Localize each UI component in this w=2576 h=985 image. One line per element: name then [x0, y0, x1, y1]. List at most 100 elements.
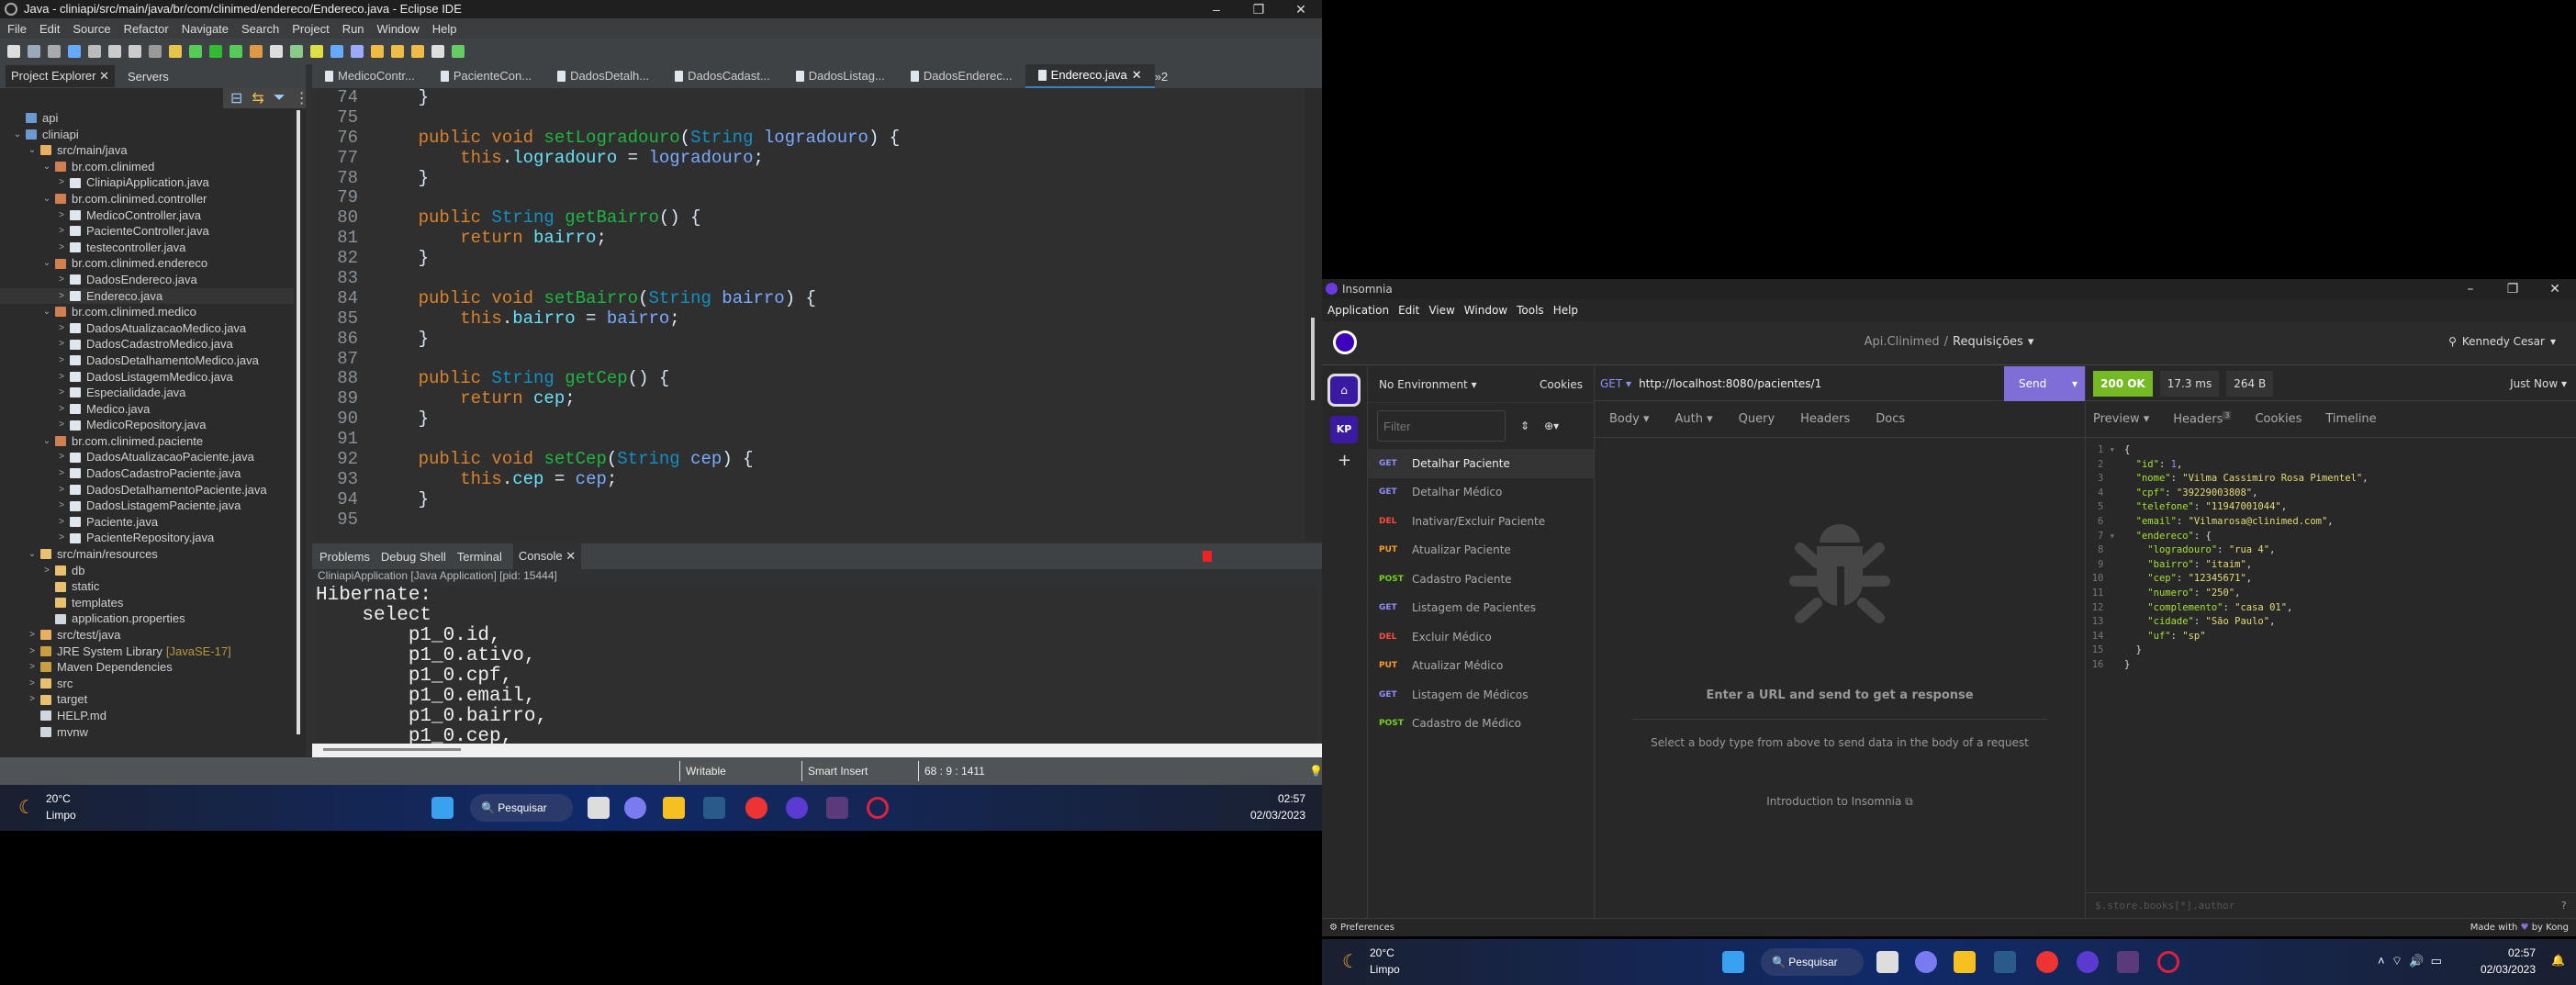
method-select[interactable]: GET ▾ [1595, 377, 1639, 390]
tree-item[interactable]: > MedicoRepository.java [0, 417, 294, 433]
filter-input[interactable] [1377, 410, 1506, 442]
eclipse-taskbar-icon[interactable] [826, 797, 848, 819]
expand-chevron-icon[interactable]: ⌄ [40, 159, 53, 175]
request-item[interactable]: DEL Inativar/Excluir Paciente [1368, 507, 1594, 536]
menu-application[interactable]: Application [1327, 304, 1389, 317]
expand-chevron-icon[interactable]: > [26, 691, 39, 708]
toolbar-tool-icon[interactable] [330, 45, 343, 58]
tab-console[interactable]: Console ✕ [512, 543, 582, 569]
request-item[interactable]: GET Detalhar Médico [1368, 478, 1594, 508]
expand-chevron-icon[interactable]: > [55, 417, 68, 433]
expand-chevron-icon[interactable]: > [40, 563, 53, 579]
tree-item[interactable]: > DadosCadastroMedico.java [0, 336, 294, 353]
task-view-icon[interactable] [1876, 951, 1898, 973]
tree-item[interactable]: > src/test/java [0, 627, 294, 644]
tree-item[interactable]: > DadosListagemPaciente.java [0, 498, 294, 514]
toolbar-tool-icon[interactable] [209, 45, 222, 58]
tab-cookies[interactable]: Cookies [2255, 412, 2302, 426]
tab-problems[interactable]: Problems [319, 550, 370, 564]
expand-chevron-icon[interactable]: ⌄ [26, 142, 39, 159]
close-button[interactable]: ✕ [2534, 279, 2576, 299]
tree-item[interactable]: > Endereco.java [0, 287, 294, 305]
filter-icon[interactable]: ⏷ [274, 90, 286, 106]
editor-tab[interactable]: MedicoContr... [312, 64, 428, 88]
toolbar-tool-icon[interactable] [310, 45, 323, 58]
maximize-button[interactable]: ❐ [1238, 0, 1280, 18]
tree-item[interactable]: > MedicoController.java [0, 207, 294, 224]
tree-item[interactable]: > Maven Dependencies [0, 659, 294, 676]
menu-help[interactable]: Help [1553, 304, 1578, 317]
tree-item[interactable]: > PacienteController.java [0, 223, 294, 240]
tab-headers[interactable]: Headers [1800, 412, 1850, 426]
expand-chevron-icon[interactable]: > [55, 320, 68, 337]
toolbar-tool-icon[interactable] [230, 45, 242, 58]
tab-preview[interactable]: Preview ▾ [2093, 412, 2149, 426]
close-tab-icon[interactable]: ✕ [1132, 63, 1142, 87]
expand-chevron-icon[interactable]: > [55, 369, 68, 386]
lightbulb-icon[interactable]: 💡 [1304, 761, 1323, 781]
toolbar-tool-icon[interactable] [351, 45, 364, 58]
tree-item[interactable]: > DadosAtualizacaoMedico.java [0, 320, 294, 337]
tree-item[interactable]: > CliniapiApplication.java [0, 174, 294, 191]
expand-chevron-icon[interactable]: ⌄ [26, 546, 39, 563]
toolbar-tool-icon[interactable] [411, 45, 424, 58]
insomnia-taskbar-icon[interactable] [2077, 951, 2099, 973]
expand-chevron-icon[interactable]: > [55, 482, 68, 498]
tree-item[interactable]: > DadosAtualizacaoPaciente.java [0, 449, 294, 465]
tree-item[interactable]: ⌄ src/main/java [0, 142, 294, 159]
expand-chevron-icon[interactable]: > [55, 272, 68, 288]
tree-item[interactable]: > db [0, 563, 294, 579]
expand-chevron-icon[interactable]: ⌄ [11, 127, 24, 143]
tree-item[interactable]: > testecontroller.java [0, 240, 294, 256]
editor-scrollbar[interactable] [1305, 88, 1322, 542]
tab-project-explorer[interactable]: Project Explorer ✕ [6, 65, 115, 87]
editor-tab[interactable]: DadosEnderec... [898, 64, 1025, 88]
org-badge[interactable]: KP [1330, 416, 1358, 443]
menu-tools[interactable]: Tools [1517, 304, 1544, 317]
expand-chevron-icon[interactable]: > [55, 223, 68, 240]
tree-item[interactable]: ⌄ br.com.clinimed [0, 159, 294, 175]
tree-item[interactable]: > src [0, 676, 294, 692]
more-icon[interactable]: ⋮ [295, 89, 309, 107]
expand-chevron-icon[interactable]: ⌄ [40, 304, 53, 320]
toolbar-tool-icon[interactable] [88, 45, 101, 58]
terminate-icon[interactable] [1203, 551, 1212, 562]
tree-item[interactable]: api [0, 110, 294, 127]
tree-item[interactable]: HELP.md [0, 708, 294, 724]
editor-tab[interactable]: Endereco.java ✕ [1025, 64, 1155, 88]
console-output[interactable]: Hibernate: select p1_0.id, p1_0.ativo, p… [316, 586, 1316, 744]
tree-item[interactable]: > DadosDetalhamentoPaciente.java [0, 482, 294, 498]
tab-body[interactable]: Body ▾ [1609, 412, 1650, 426]
toolbar-tool-icon[interactable] [68, 45, 81, 58]
chevron-down-icon[interactable]: ▾ [2072, 377, 2078, 390]
request-item[interactable]: PUT Atualizar Paciente [1368, 536, 1594, 565]
tab-timeline[interactable]: Timeline [2325, 412, 2376, 426]
eclipse-taskbar-icon[interactable] [2117, 951, 2139, 973]
close-button[interactable]: ✕ [1280, 0, 1322, 18]
expand-chevron-icon[interactable]: ⌄ [40, 255, 53, 272]
expand-chevron-icon[interactable]: > [55, 401, 68, 418]
menu-source[interactable]: Source [73, 22, 110, 36]
toolbar-tool-icon[interactable] [149, 45, 162, 58]
tree-item[interactable]: application.properties [0, 610, 294, 627]
tab-debug-shell[interactable]: Debug Shell [381, 550, 446, 564]
mysql-icon[interactable] [1994, 951, 2016, 973]
expand-chevron-icon[interactable]: > [26, 676, 39, 692]
toolbar-tool-icon[interactable] [28, 45, 40, 58]
menu-help[interactable]: Help [432, 22, 457, 36]
editor-tab[interactable]: PacienteCon... [428, 64, 544, 88]
response-json[interactable]: 1 ▾ {2 "id": 1,3 "nome": "Vilma Cassimiro… [2086, 438, 2576, 673]
tree-item[interactable]: ⌄ br.com.clinimed.controller [0, 191, 294, 207]
tree-item[interactable]: ⌄ src/main/resources [0, 546, 294, 563]
preferences-button[interactable]: ⚙ Preferences [1329, 923, 1394, 933]
tab-query[interactable]: Query [1739, 412, 1775, 426]
breadcrumb-collection[interactable]: Requisições [1953, 335, 2023, 349]
help-icon[interactable]: ? [2560, 900, 2567, 912]
menu-project[interactable]: Project [292, 22, 329, 36]
chrome-icon[interactable] [2036, 951, 2058, 973]
clock-date[interactable]: 02/03/2023 [1250, 809, 1305, 822]
start-icon[interactable] [1722, 951, 1744, 973]
file-explorer-icon[interactable] [1954, 951, 1976, 973]
add-org-icon[interactable]: + [1338, 451, 1367, 470]
tree-item[interactable]: ⌄ cliniapi [0, 127, 294, 143]
